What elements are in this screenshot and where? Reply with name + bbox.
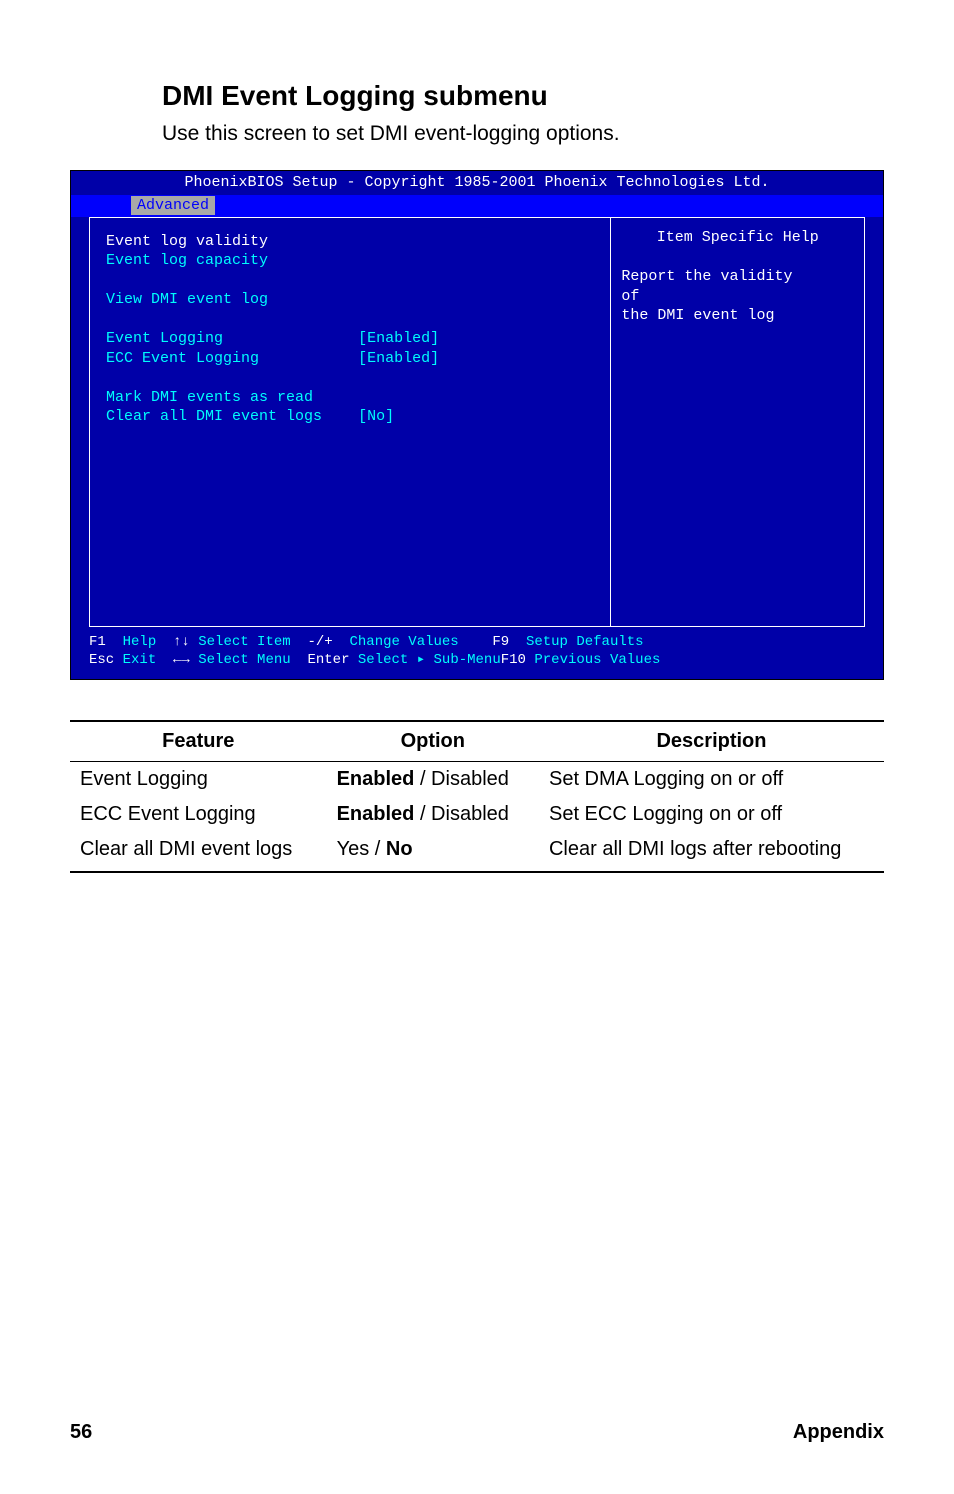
opt-rest: Yes /	[337, 838, 386, 860]
bios-row-logging-value: [Enabled]	[358, 330, 439, 347]
section-label: Appendix	[793, 1421, 884, 1444]
key-esc: Esc	[89, 652, 114, 668]
bios-key-hints: F1 Help ↑↓ Select Item -/+ Change Values…	[71, 627, 883, 677]
bios-row-ecc-value: [Enabled]	[358, 350, 439, 367]
bios-row-ecc-label: ECC Event Logging	[106, 350, 259, 367]
bios-help-title: Item Specific Help	[621, 228, 854, 248]
hint-setup-defaults: Setup Defaults	[509, 634, 643, 650]
bios-row-clear-value: [No]	[358, 408, 394, 425]
hint-submenu: Select ▸ Sub-Menu	[349, 652, 500, 668]
key-f10: F10	[501, 652, 526, 668]
cell-desc: Set ECC Logging on or off	[539, 797, 884, 832]
bios-row-selected: Event log validity	[106, 233, 268, 250]
bios-row-capacity: Event log capacity	[106, 252, 268, 269]
bios-title: PhoenixBIOS Setup - Copyright 1985-2001 …	[71, 171, 883, 195]
bios-row-mark: Mark DMI events as read	[106, 389, 313, 406]
hint-exit: Exit	[114, 652, 173, 668]
page-subheading: Use this screen to set DMI event-logging…	[162, 122, 884, 146]
table-row: ECC Event Logging Enabled / Disabled Set…	[70, 797, 884, 832]
page-heading: DMI Event Logging submenu	[162, 80, 884, 112]
key-f9: F9	[492, 634, 509, 650]
bios-help-panel: Item Specific Help Report the validity o…	[610, 218, 864, 626]
page-footer: 56 Appendix	[70, 1421, 884, 1444]
bios-row-view: View DMI event log	[106, 291, 268, 308]
cell-feature: Clear all DMI event logs	[70, 832, 327, 872]
page-number: 56	[70, 1421, 92, 1444]
bios-row-clear-label: Clear all DMI event logs	[106, 408, 322, 425]
opt-bold: Enabled	[337, 803, 415, 825]
bios-main-area: Event log validity Event log capacity Vi…	[89, 217, 865, 627]
opt-bold: Enabled	[337, 768, 415, 790]
cell-desc: Set DMA Logging on or off	[539, 762, 884, 798]
cell-desc: Clear all DMI logs after rebooting	[539, 832, 884, 872]
bios-help-body: Report the validity of the DMI event log	[621, 268, 792, 324]
bios-screenshot: PhoenixBIOS Setup - Copyright 1985-2001 …	[70, 170, 884, 680]
cell-option: Enabled / Disabled	[327, 762, 539, 798]
bios-tab-advanced: Advanced	[131, 196, 215, 216]
key-leftright: ←→	[173, 652, 190, 668]
hint-help: Help	[106, 634, 173, 650]
opt-rest: / Disabled	[414, 768, 509, 790]
opt-rest: / Disabled	[414, 803, 509, 825]
key-plusminus: -/+	[307, 634, 332, 650]
th-description: Description	[539, 721, 884, 762]
table-row: Event Logging Enabled / Disabled Set DMA…	[70, 762, 884, 798]
th-option: Option	[327, 721, 539, 762]
th-feature: Feature	[70, 721, 327, 762]
hint-change-values: Change Values	[333, 634, 493, 650]
bios-settings-panel: Event log validity Event log capacity Vi…	[90, 218, 610, 626]
hint-previous-values: Previous Values	[526, 652, 660, 668]
hint-select-item: Select Item	[190, 634, 308, 650]
hint-select-menu: Select Menu	[190, 652, 308, 668]
opt-bold: No	[386, 838, 413, 860]
key-f1: F1	[89, 634, 106, 650]
table-row: Clear all DMI event logs Yes / No Clear …	[70, 832, 884, 872]
key-enter: Enter	[307, 652, 349, 668]
bios-menu-bar: Advanced	[71, 195, 883, 217]
cell-option: Yes / No	[327, 832, 539, 872]
key-updown: ↑↓	[173, 634, 190, 650]
cell-feature: Event Logging	[70, 762, 327, 798]
feature-table: Feature Option Description Event Logging…	[70, 720, 884, 873]
cell-option: Enabled / Disabled	[327, 797, 539, 832]
bios-row-logging-label: Event Logging	[106, 330, 223, 347]
cell-feature: ECC Event Logging	[70, 797, 327, 832]
